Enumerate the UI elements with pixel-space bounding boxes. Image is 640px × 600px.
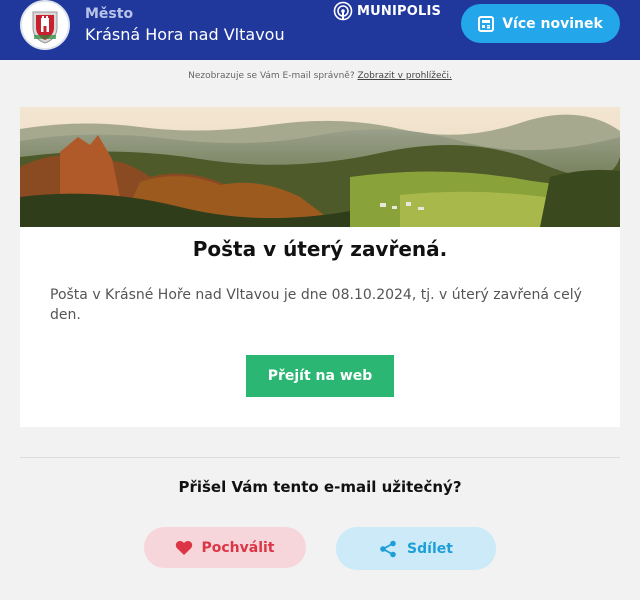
munipolis-brand: MUNIPOLIS — [333, 1, 441, 21]
city-name: Krásná Hora nad Vltavou — [85, 25, 285, 44]
notice-text: Nezobrazuje se Vám E-mail správně? — [188, 71, 355, 81]
more-news-button[interactable]: Více novinek — [461, 4, 620, 43]
article-title: Pošta v úterý zavřená. — [192, 237, 448, 261]
more-news-label: Více novinek — [502, 15, 603, 32]
view-in-browser-link[interactable]: Zobrazit v prohlížeči. — [357, 71, 451, 81]
share-button[interactable]: Sdílet — [336, 527, 496, 570]
newspaper-icon — [478, 15, 495, 32]
broadcast-icon — [333, 1, 353, 21]
city-coat-of-arms-logo — [20, 0, 70, 50]
city-label: Město — [85, 6, 134, 22]
header-bar: Město Krásná Hora nad Vltavou MUNIPOLIS … — [0, 0, 640, 60]
praise-button[interactable]: Pochválit — [144, 527, 306, 568]
view-in-browser-notice: Nezobrazuje se Vám E-mail správně? Zobra… — [0, 71, 640, 81]
share-icon — [380, 540, 396, 557]
feedback-question: Přišel Vám tento e-mail užitečný? — [178, 478, 462, 496]
praise-label: Pochválit — [201, 539, 275, 556]
munipolis-wordmark: MUNIPOLIS — [357, 3, 442, 19]
section-divider — [20, 457, 620, 458]
article-body: Pošta v Krásné Hoře nad Vltavou je dne 0… — [50, 287, 582, 323]
go-to-web-button[interactable]: Přejít na web — [246, 355, 394, 397]
share-label: Sdílet — [407, 540, 453, 557]
hero-landscape-image — [20, 107, 620, 227]
heart-icon — [176, 540, 193, 555]
